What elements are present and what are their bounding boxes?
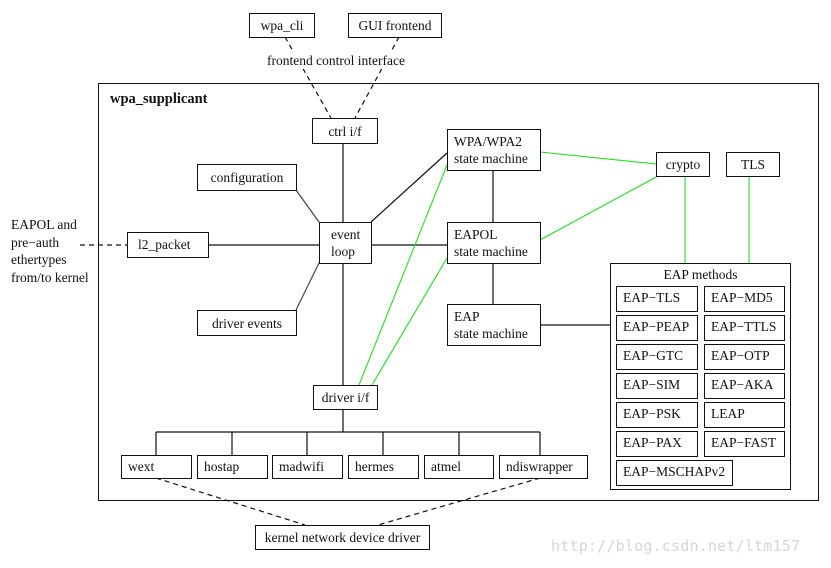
eap-sm-line: EAP <box>454 309 480 324</box>
event-loop-line: event <box>331 227 361 242</box>
wpa-sm-line: WPA/WPA2 <box>454 134 523 149</box>
external-line: ethertypes <box>11 252 67 267</box>
wpa-sm-line: state machine <box>454 151 528 166</box>
driver-label: hermes <box>355 459 394 474</box>
ctrl-if-label: ctrl i/f <box>328 123 362 139</box>
driver-label: wext <box>128 459 155 474</box>
driver-label: hostap <box>204 459 240 474</box>
crypto-box: crypto <box>656 152 710 177</box>
eap-method-item: EAP−OTP <box>704 344 785 370</box>
l2-packet-box: l2_packet <box>127 232 209 258</box>
l2-packet-label: l2_packet <box>138 237 191 252</box>
wpa-state-machine-box: WPA/WPA2 state machine <box>447 129 541 171</box>
eap-method-item: EAP−PAX <box>616 431 698 457</box>
external-eapol-label: EAPOL and pre−auth ethertypes from/to ke… <box>11 216 89 286</box>
tls-label: TLS <box>740 157 765 172</box>
eap-state-machine-box: EAP state machine <box>447 304 541 346</box>
eapol-state-machine-box: EAPOL state machine <box>447 222 541 264</box>
driver-label: ndiswrapper <box>506 459 573 474</box>
eap-method-item: EAP−FAST <box>704 431 785 457</box>
wpa-cli-label: wpa_cli <box>260 18 304 33</box>
eap-methods-group: EAP methods EAP−TLS EAP−MD5 EAP−PEAP EAP… <box>610 263 791 490</box>
eap-method-item: EAP−GTC <box>616 344 698 370</box>
event-loop-line: loop <box>331 244 356 259</box>
driver-label: atmel <box>431 459 461 474</box>
gui-frontend-box: GUI frontend <box>348 13 442 38</box>
eap-methods-title: EAP methods <box>663 267 738 282</box>
driver-madwifi: madwifi <box>272 455 343 479</box>
eap-method-item: LEAP <box>704 402 785 428</box>
wpa-cli-box: wpa_cli <box>249 13 315 38</box>
driver-if-label: driver i/f <box>321 390 370 405</box>
eap-sm-line: state machine <box>454 326 528 341</box>
driver-if-box: driver i/f <box>313 385 378 410</box>
configuration-label: configuration <box>210 170 284 185</box>
eap-method-item: EAP−AKA <box>704 373 785 399</box>
wpa-supplicant-title: wpa_supplicant <box>110 91 208 107</box>
eapol-sm-line: EAPOL <box>454 227 498 242</box>
kernel-driver-box: kernel network device driver <box>255 525 430 550</box>
eapol-sm-line: state machine <box>454 244 528 259</box>
tls-box: TLS <box>726 152 780 177</box>
watermark: http://blog.csdn.net/ltm157 <box>551 537 801 555</box>
eap-method-item: EAP−PEAP <box>616 315 698 341</box>
crypto-label: crypto <box>665 157 701 172</box>
frontend-control-interface-label: frontend control interface <box>267 52 405 69</box>
driver-ndiswrapper: ndiswrapper <box>499 455 588 479</box>
eap-method-item: EAP−SIM <box>616 373 698 399</box>
driver-events-label: driver events <box>211 315 283 331</box>
eap-method-item: EAP−TTLS <box>704 315 785 341</box>
gui-frontend-label: GUI frontend <box>358 18 432 33</box>
eap-method-item: EAP−MD5 <box>704 286 785 312</box>
driver-events-box: driver events <box>197 310 297 336</box>
kernel-driver-label: kernel network device driver <box>264 530 421 545</box>
driver-label: madwifi <box>279 459 324 474</box>
external-line: from/to kernel <box>11 269 89 285</box>
event-loop-box: event loop <box>319 222 372 264</box>
eap-method-item: EAP−TLS <box>616 286 698 312</box>
ctrl-if-box: ctrl i/f <box>312 118 378 144</box>
eap-method-item: EAP−PSK <box>616 402 698 428</box>
eap-method-item: EAP−MSCHAPv2 <box>616 460 733 486</box>
external-line: EAPOL and <box>11 217 77 232</box>
configuration-box: configuration <box>197 164 297 191</box>
driver-wext: wext <box>121 455 192 479</box>
external-line: pre−auth <box>11 234 60 250</box>
driver-hermes: hermes <box>348 455 419 479</box>
driver-atmel: atmel <box>424 455 494 479</box>
driver-hostap: hostap <box>197 455 268 479</box>
